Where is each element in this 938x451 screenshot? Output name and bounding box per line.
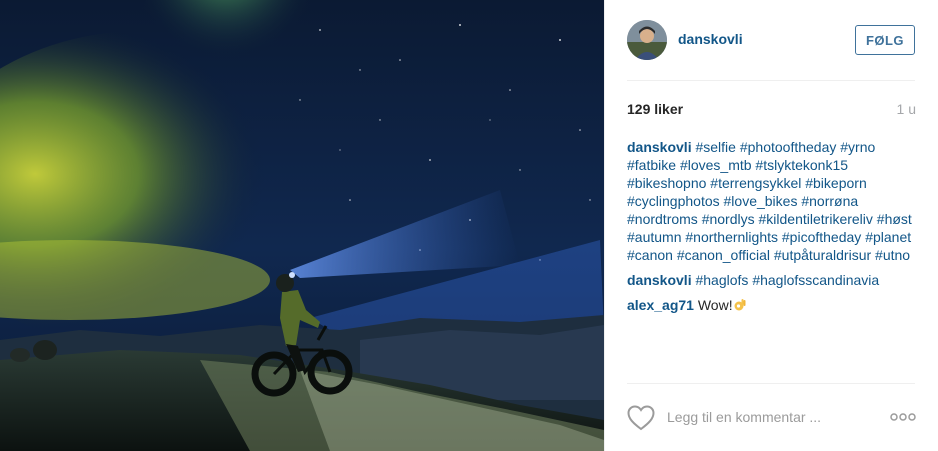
- hashtag-link[interactable]: #autumn: [627, 229, 681, 245]
- hashtag-link[interactable]: #bikeshopno: [627, 175, 706, 191]
- hashtag-link[interactable]: #nordtroms: [627, 211, 698, 227]
- caption-hashtags: #selfie #photooftheday #yrno #fatbike #l…: [627, 139, 912, 263]
- hashtag-link[interactable]: #nordlys: [702, 211, 755, 227]
- hashtag-link[interactable]: #haglofsscandinavia: [752, 272, 879, 288]
- caption-username[interactable]: danskovli: [627, 139, 692, 155]
- hashtag-link[interactable]: #utno: [875, 247, 910, 263]
- post-time[interactable]: 1 u: [897, 101, 916, 117]
- username-link[interactable]: danskovli: [678, 31, 743, 47]
- ok-hand-emoji: [734, 299, 746, 311]
- hashtag-link[interactable]: #kildentiletrikereliv: [759, 211, 873, 227]
- caption: danskovli #selfie #photooftheday #yrno #…: [627, 138, 917, 264]
- hashtag-link[interactable]: #tslyktekonk15: [755, 157, 848, 173]
- hashtag-link[interactable]: #selfie: [695, 139, 735, 155]
- hashtag-link[interactable]: #canon_official: [677, 247, 770, 263]
- divider: [627, 80, 915, 81]
- avatar[interactable]: [627, 20, 667, 60]
- hashtag-link[interactable]: #terrengsykkel: [710, 175, 801, 191]
- comment-list: danskovli #selfie #photooftheday #yrno #…: [627, 138, 917, 321]
- hashtag-link[interactable]: #bikeporn: [805, 175, 867, 191]
- aurora-photo: [0, 0, 604, 451]
- hashtag-link[interactable]: #love_bikes: [724, 193, 798, 209]
- hashtag-link[interactable]: #cyclingphotos: [627, 193, 720, 209]
- comment: alex_ag71 Wow!: [627, 296, 917, 314]
- comment: danskovli #haglofs #haglofsscandinavia: [627, 271, 917, 289]
- hashtag-link[interactable]: #fatbike: [627, 157, 676, 173]
- hashtag-link[interactable]: #loves_mtb: [680, 157, 752, 173]
- avatar-image: [627, 20, 667, 60]
- comment-hashtags: #haglofs #haglofsscandinavia: [695, 272, 879, 288]
- hashtag-link[interactable]: #photooftheday: [740, 139, 837, 155]
- heart-outline-icon[interactable]: [627, 405, 655, 431]
- post-details-panel: danskovli FØLG 129 liker 1 u danskovli #…: [604, 0, 938, 451]
- hashtag-link[interactable]: #planet: [865, 229, 911, 245]
- hashtag-link[interactable]: #utpåturaldrisur: [774, 247, 871, 263]
- hashtag-link[interactable]: #northernlights: [685, 229, 778, 245]
- hashtag-link[interactable]: #canon: [627, 247, 673, 263]
- hashtag-link[interactable]: #picoftheday: [782, 229, 861, 245]
- hashtag-link[interactable]: #haglofs: [695, 272, 748, 288]
- post-photo[interactable]: [0, 0, 604, 451]
- like-count[interactable]: 129 liker: [627, 101, 683, 117]
- more-options-icon[interactable]: [890, 411, 916, 423]
- hashtag-link[interactable]: #norrøna: [801, 193, 858, 209]
- post-header: danskovli FØLG: [605, 0, 938, 80]
- comment-username[interactable]: alex_ag71: [627, 297, 694, 313]
- comment-input[interactable]: [667, 405, 877, 429]
- comment-text: Wow!: [697, 297, 733, 313]
- comment-bar: [605, 383, 938, 451]
- follow-button[interactable]: FØLG: [855, 25, 915, 55]
- hashtag-link[interactable]: #yrno: [840, 139, 875, 155]
- hashtag-link[interactable]: #høst: [877, 211, 912, 227]
- comment-username[interactable]: danskovli: [627, 272, 692, 288]
